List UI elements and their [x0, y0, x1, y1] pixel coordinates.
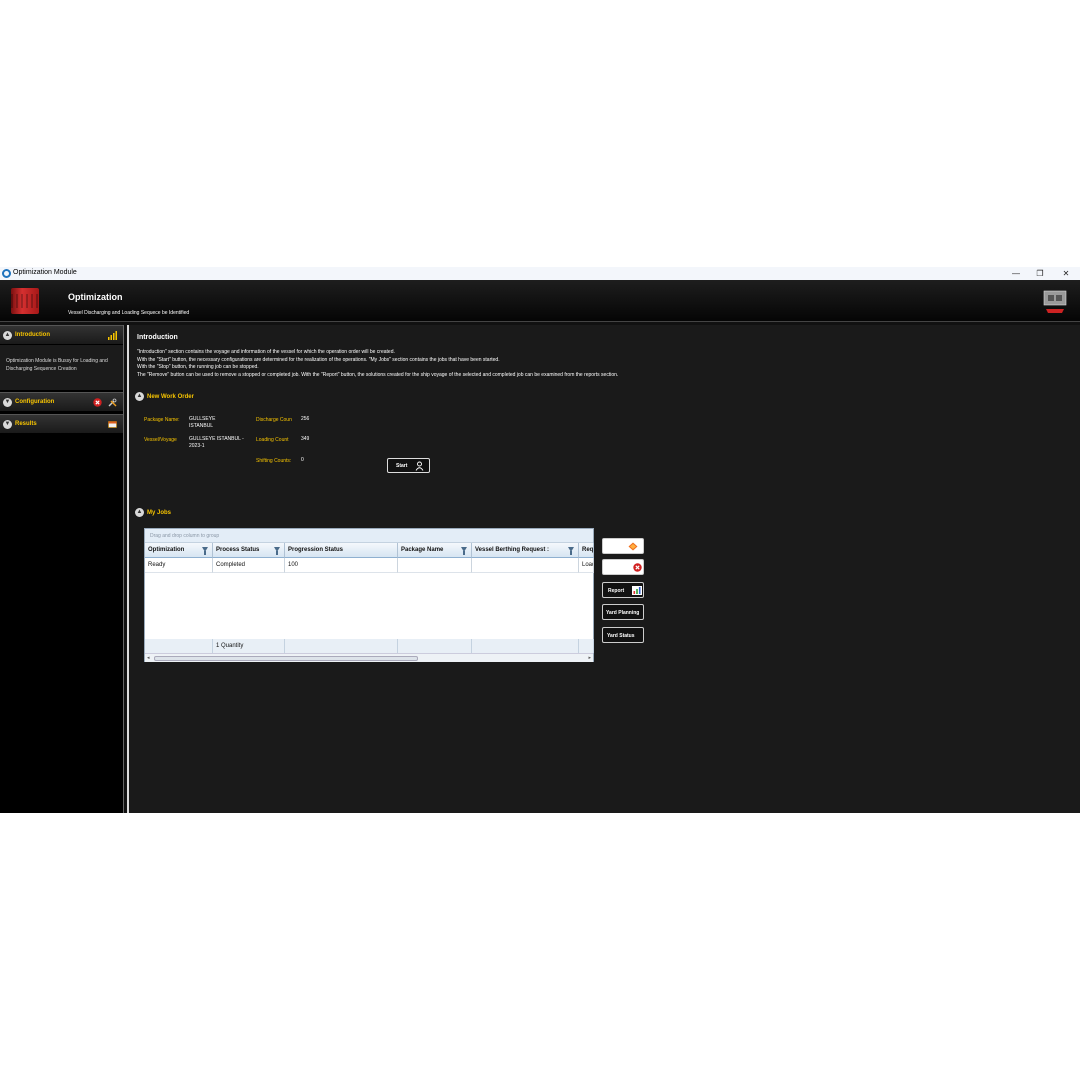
- column-header-req[interactable]: Req: [579, 543, 594, 558]
- yard-planning-label: Yard Planning: [606, 610, 640, 616]
- filter-icon[interactable]: [202, 547, 208, 555]
- app-icon: [2, 269, 11, 278]
- chevron-down-icon: ▼: [3, 398, 12, 407]
- remove-button[interactable]: [602, 559, 644, 575]
- shifting-count-label: Shifting Counts:: [256, 458, 292, 464]
- footer-cell: [472, 639, 579, 653]
- window-title: Optimization Module: [13, 269, 77, 276]
- chevron-up-icon: ▲: [3, 331, 12, 340]
- introduction-status-text: Optimization Module is Bussy for Loading…: [0, 345, 123, 390]
- introduction-title: Introduction: [137, 334, 178, 341]
- start-button-label: Start: [396, 463, 408, 469]
- discharge-count-value: 256: [301, 416, 310, 422]
- person-icon: [415, 461, 424, 471]
- table-cell[interactable]: Ready: [145, 558, 213, 573]
- intro-line: With the "Start" button, the necessary c…: [137, 356, 500, 363]
- section-title: My Jobs: [147, 510, 172, 517]
- table-cell[interactable]: Completed: [213, 558, 285, 573]
- start-button[interactable]: Start: [387, 458, 430, 473]
- table-cell[interactable]: [472, 558, 579, 573]
- jobs-grid[interactable]: Drag and drop column to group Optimizati…: [144, 528, 594, 662]
- sidebar: ▲ Introduction Optimization Module is Bu…: [0, 325, 124, 813]
- module-subtitle: Vessel Discharging and Loading Sequece b…: [68, 310, 190, 316]
- title-bar: Optimization Module — ❐ ✕: [0, 267, 1080, 280]
- introduction-text: "Introduction" section contains the voya…: [137, 349, 1037, 379]
- group-panel[interactable]: Drag and drop column to group: [145, 529, 593, 543]
- horizontal-scrollbar[interactable]: ◂ ▸: [145, 653, 593, 662]
- filter-icon[interactable]: [274, 547, 280, 555]
- discharge-count-label: Discharge Coun: [256, 417, 292, 423]
- report-button-label: Report: [608, 588, 625, 594]
- chevron-down-icon: ▼: [3, 420, 12, 429]
- shifting-count-value: 0: [301, 457, 304, 463]
- error-icon: [93, 398, 102, 407]
- vessel-voyage-label: Vessel/Voyage: [144, 437, 177, 443]
- column-header-process-status[interactable]: Process Status: [213, 543, 285, 558]
- sidebar-item-label: Results: [15, 421, 37, 427]
- module-header: Optimization Vessel Discharging and Load…: [0, 280, 1080, 322]
- report-icon: [108, 421, 117, 428]
- report-button[interactable]: Report: [602, 582, 644, 598]
- sidebar-item-introduction[interactable]: ▲ Introduction: [0, 325, 123, 345]
- loading-count-label: Loading Count: [256, 437, 289, 443]
- intro-line: "Introduction" section contains the voya…: [137, 349, 395, 355]
- scroll-left-icon[interactable]: ◂: [147, 654, 150, 663]
- package-name-value: GULLSEYE ISTANBUL: [189, 416, 216, 429]
- scroll-right-icon[interactable]: ▸: [588, 654, 591, 663]
- vessel-voyage-value: GULLSEYE ISTANBUL - 2023-1: [189, 436, 244, 449]
- column-header-optimization[interactable]: Optimization: [145, 543, 213, 558]
- sidebar-item-label: Introduction: [15, 332, 50, 338]
- app-window: Optimization Module — ❐ ✕ Optimization V…: [0, 267, 1080, 813]
- sidebar-item-configuration[interactable]: ▼ Configuration: [0, 392, 123, 412]
- footer-cell: [398, 639, 472, 653]
- yard-status-label: Yard Status: [607, 633, 635, 639]
- footer-cell: [579, 639, 594, 653]
- column-header-progression-status[interactable]: Progression Status: [285, 543, 398, 558]
- footer-cell: [285, 639, 398, 653]
- package-name-label: Package Name:: [144, 417, 180, 423]
- column-header-package-name[interactable]: Package Name: [398, 543, 472, 558]
- tools-icon: [108, 398, 117, 407]
- signal-bars-icon: [108, 331, 117, 340]
- sidebar-item-label: Configuration: [15, 399, 55, 405]
- my-jobs-header[interactable]: ▲ My Jobs: [135, 508, 171, 520]
- main-content: Introduction "Introduction" section cont…: [127, 325, 1080, 813]
- module-title: Optimization: [68, 292, 123, 302]
- container-icon: [11, 288, 39, 314]
- column-header-vessel-berthing-request[interactable]: Vessel Berthing Request :: [472, 543, 579, 558]
- table-cell[interactable]: 100: [285, 558, 398, 573]
- filter-icon[interactable]: [461, 547, 467, 555]
- table-cell[interactable]: Load: [579, 558, 594, 573]
- stop-diamond-icon: [628, 542, 638, 551]
- intro-line: With the "Stop" button, the running job …: [137, 364, 259, 370]
- table-cell[interactable]: [398, 558, 472, 573]
- minimize-button[interactable]: —: [1004, 267, 1028, 280]
- close-button[interactable]: ✕: [1054, 267, 1078, 280]
- new-work-order-header[interactable]: ▲ New Work Order: [135, 392, 194, 404]
- yard-status-button[interactable]: Yard Status: [602, 627, 644, 643]
- crane-logo-icon: [1043, 290, 1067, 313]
- remove-icon: [633, 563, 642, 572]
- bar-chart-icon: [632, 586, 642, 595]
- sidebar-item-results[interactable]: ▼ Results: [0, 414, 123, 434]
- loading-count-value: 349: [301, 436, 310, 442]
- stop-button[interactable]: [602, 538, 644, 554]
- maximize-button[interactable]: ❐: [1028, 267, 1052, 280]
- scrollbar-thumb[interactable]: [154, 656, 418, 661]
- footer-cell: [145, 639, 213, 653]
- filter-icon[interactable]: [568, 547, 574, 555]
- section-title: New Work Order: [147, 394, 194, 401]
- footer-quantity: 1 Quantity: [213, 639, 285, 653]
- yard-planning-button[interactable]: Yard Planning: [602, 604, 644, 620]
- chevron-up-icon: ▲: [135, 508, 144, 517]
- intro-line: The "Remove" button can be used to remov…: [137, 371, 619, 378]
- chevron-up-icon: ▲: [135, 392, 144, 401]
